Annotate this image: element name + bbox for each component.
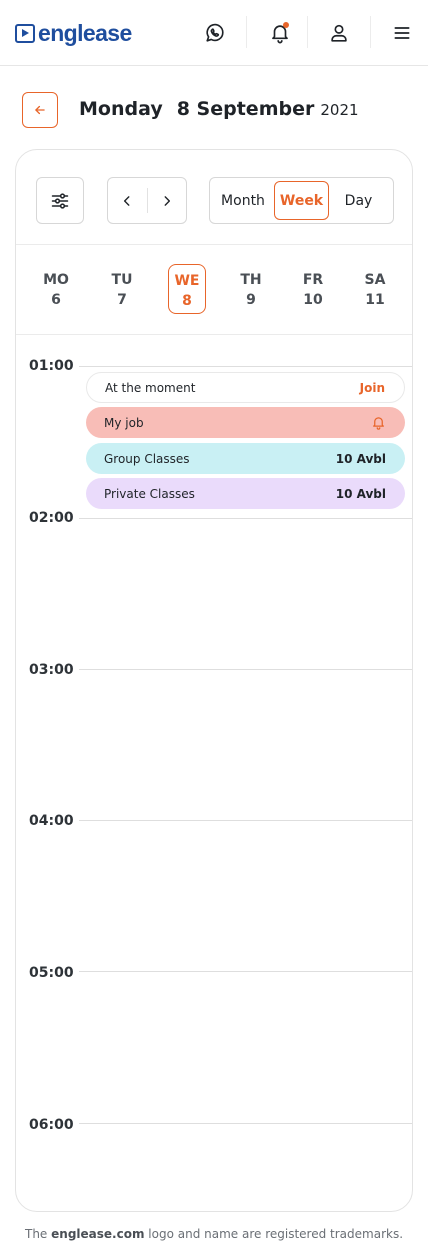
availability-count: 10 Avbl [335,451,386,466]
header-divider [246,16,247,48]
weekday-abbr: MO [43,272,69,288]
weekday-number: 8 [182,293,192,309]
view-month-button[interactable]: Month [214,181,272,220]
event-my-job[interactable]: My job [86,407,405,438]
bell-icon[interactable] [263,16,297,50]
whatsapp-icon[interactable] [198,16,232,50]
event-private-classes[interactable]: Private Classes 10 Avbl [86,478,405,509]
footer-suffix: logo and name are registered trademarks. [148,1227,404,1241]
weekday-tuesday[interactable]: TU 7 [103,264,141,314]
weekday-abbr: SA [364,272,386,288]
weekday-abbr: FR [302,272,324,288]
view-week-button[interactable]: Week [274,181,329,220]
englease-logo[interactable]: englease [15,20,132,46]
divider [16,244,412,245]
join-link[interactable]: Join [360,381,385,395]
weekday-number: 10 [303,292,323,308]
divider [16,334,412,335]
weekday-saturday[interactable]: SA 11 [356,264,394,314]
weekday-abbr: TU [111,272,133,288]
view-day-button[interactable]: Day [331,181,386,220]
period-navigation [107,177,187,224]
event-title: Private Classes [104,486,195,501]
hour-line [79,820,412,821]
filter-button[interactable] [36,177,84,224]
logo-play-icon [15,23,35,43]
event-group-classes[interactable]: Group Classes 10 Avbl [86,443,405,474]
hour-line [79,366,412,367]
hour-label: 04:00 [29,813,74,829]
weekday-number: 9 [246,292,256,308]
footer-brand[interactable]: englease.com [51,1227,144,1241]
page-title: Monday 8 September 2021 [79,98,359,120]
weekday-wednesday[interactable]: WE 8 [168,264,206,314]
date-weekday: Monday [79,98,163,120]
date-day-month: 8 September [176,98,315,120]
availability-count: 10 Avbl [335,486,386,501]
event-at-the-moment[interactable]: At the moment Join [86,372,405,403]
hour-line [79,669,412,670]
hour-line [79,1123,412,1124]
chevron-right-icon [164,195,170,206]
hour-line [79,971,412,972]
weekday-monday[interactable]: MO 6 [37,264,75,314]
back-button[interactable] [22,92,58,128]
hour-line [79,518,412,519]
weekday-number: 11 [365,292,385,308]
weekday-number: 7 [117,292,127,308]
weekday-friday[interactable]: FR 10 [294,264,332,314]
previous-button[interactable] [108,178,147,223]
chevron-left-icon [124,195,130,206]
weekday-abbr: WE [174,273,200,289]
hour-label: 02:00 [29,510,74,526]
menu-icon[interactable] [385,16,419,50]
notification-dot [283,22,289,28]
weekday-abbr: TH [240,272,262,288]
arrow-left-icon [35,105,45,115]
hour-label: 01:00 [29,358,74,374]
hour-label: 03:00 [29,662,74,678]
calendar-card: Month Week Day MO 6 TU 7 WE 8 TH 9 FR 10… [15,149,413,1212]
event-title: My job [104,415,144,430]
top-bar: englease [0,0,428,66]
hour-label: 06:00 [29,1117,74,1133]
footer-trademark: The englease.com logo and name are regis… [0,1227,428,1241]
weekday-number: 6 [51,292,61,308]
user-icon[interactable] [322,16,356,50]
header-divider [307,16,308,48]
view-switcher: Month Week Day [209,177,394,224]
event-title: Group Classes [104,451,190,466]
hour-label: 05:00 [29,965,74,981]
next-button[interactable] [147,178,186,223]
header-divider [370,16,371,48]
sliders-icon [51,192,69,209]
bell-icon[interactable] [371,415,386,430]
logo-text: englease [38,19,132,46]
weekday-thursday[interactable]: TH 9 [232,264,270,314]
footer-prefix: The [24,1227,48,1241]
date-year: 2021 [320,101,359,119]
event-title: At the moment [105,380,196,395]
